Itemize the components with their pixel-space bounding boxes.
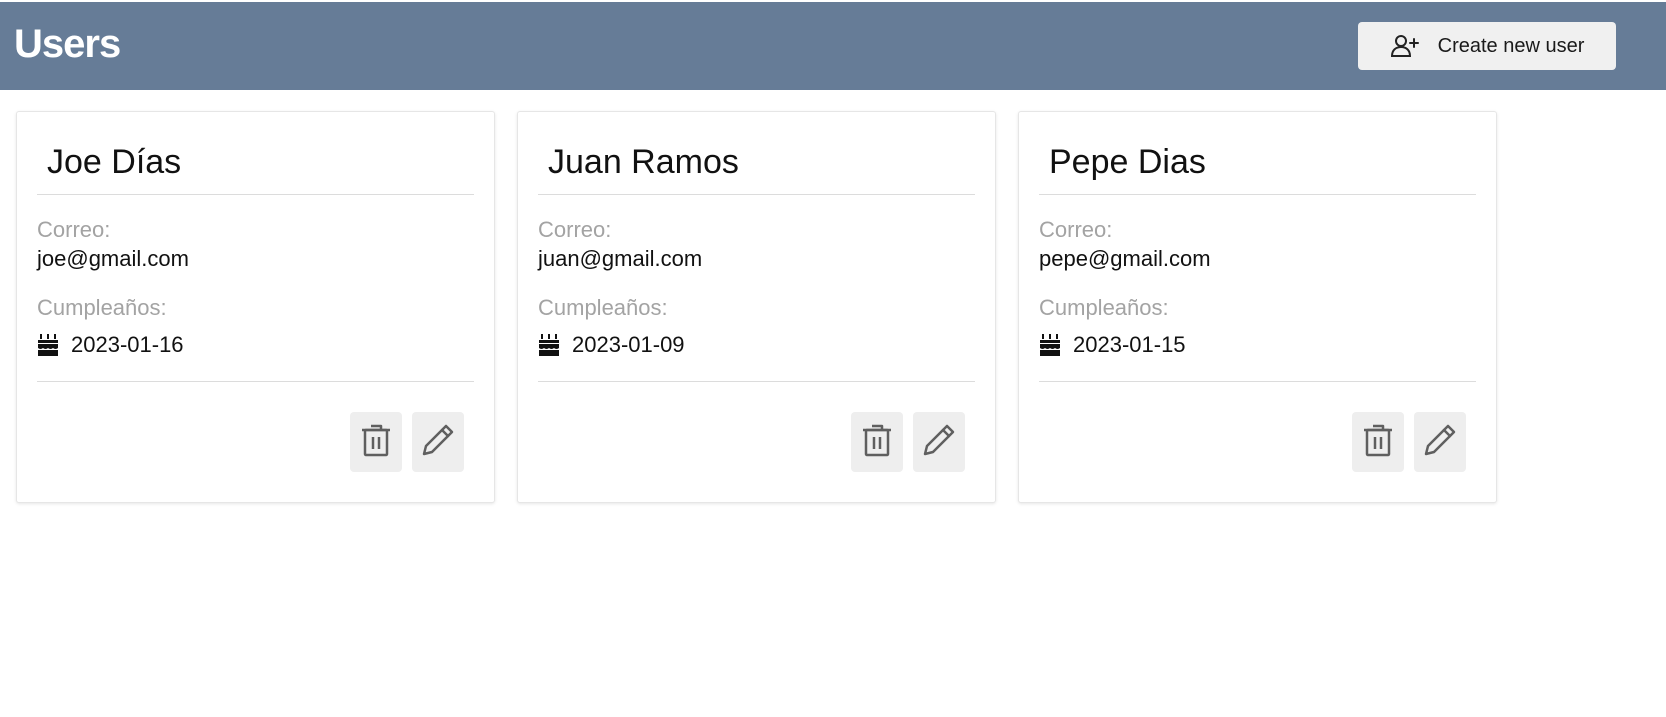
birthday-value: 2023-01-16 [71, 332, 184, 357]
birthday-value: 2023-01-09 [572, 332, 685, 357]
delete-user-button[interactable] [851, 412, 903, 472]
user-card: Pepe Dias Correo: pepe@gmail.com Cumplea… [1018, 111, 1497, 503]
card-divider [538, 194, 975, 195]
card-divider [1039, 381, 1476, 382]
edit-user-button[interactable] [412, 412, 464, 472]
birthday-row: 2023-01-15 [1039, 332, 1186, 358]
edit-user-button[interactable] [913, 412, 965, 472]
create-new-user-button[interactable]: Create new user [1358, 22, 1616, 70]
email-value: pepe@gmail.com [1039, 246, 1211, 271]
user-card: Juan Ramos Correo: juan@gmail.com Cumple… [517, 111, 996, 503]
person-add-icon [1390, 31, 1420, 61]
birthday-value: 2023-01-15 [1073, 332, 1186, 357]
birthday-label: Cumpleaños: [1039, 295, 1169, 320]
cake-icon [1039, 333, 1061, 357]
cake-icon [37, 333, 59, 357]
birthday-label: Cumpleaños: [538, 295, 668, 320]
card-divider [538, 381, 975, 382]
email-label: Correo: [1039, 217, 1113, 242]
birthday-row: 2023-01-16 [37, 332, 184, 358]
card-actions [851, 412, 965, 472]
card-divider [1039, 194, 1476, 195]
user-card: Joe Días Correo: joe@gmail.com Cumpleaño… [16, 111, 495, 503]
user-name: Joe Días [47, 143, 182, 181]
card-divider [37, 194, 474, 195]
user-name: Juan Ramos [548, 143, 739, 181]
cake-icon [538, 333, 560, 357]
pencil-icon [1422, 422, 1458, 463]
page-title: Users [14, 22, 121, 66]
birthday-row: 2023-01-09 [538, 332, 685, 358]
birthday-label: Cumpleaños: [37, 295, 167, 320]
trash-icon [1361, 422, 1395, 463]
pencil-icon [420, 422, 456, 463]
delete-user-button[interactable] [1352, 412, 1404, 472]
email-label: Correo: [538, 217, 612, 242]
pencil-icon [921, 422, 957, 463]
create-new-user-label: Create new user [1437, 34, 1585, 57]
email-value: joe@gmail.com [37, 246, 189, 271]
delete-user-button[interactable] [350, 412, 402, 472]
card-divider [37, 381, 474, 382]
app-header: Users Create new user [0, 2, 1666, 90]
card-actions [350, 412, 464, 472]
card-actions [1352, 412, 1466, 472]
user-name: Pepe Dias [1049, 143, 1206, 181]
email-label: Correo: [37, 217, 111, 242]
user-card-list: Joe Días Correo: joe@gmail.com Cumpleaño… [16, 111, 1497, 503]
edit-user-button[interactable] [1414, 412, 1466, 472]
trash-icon [359, 422, 393, 463]
email-value: juan@gmail.com [538, 246, 703, 271]
trash-icon [860, 422, 894, 463]
